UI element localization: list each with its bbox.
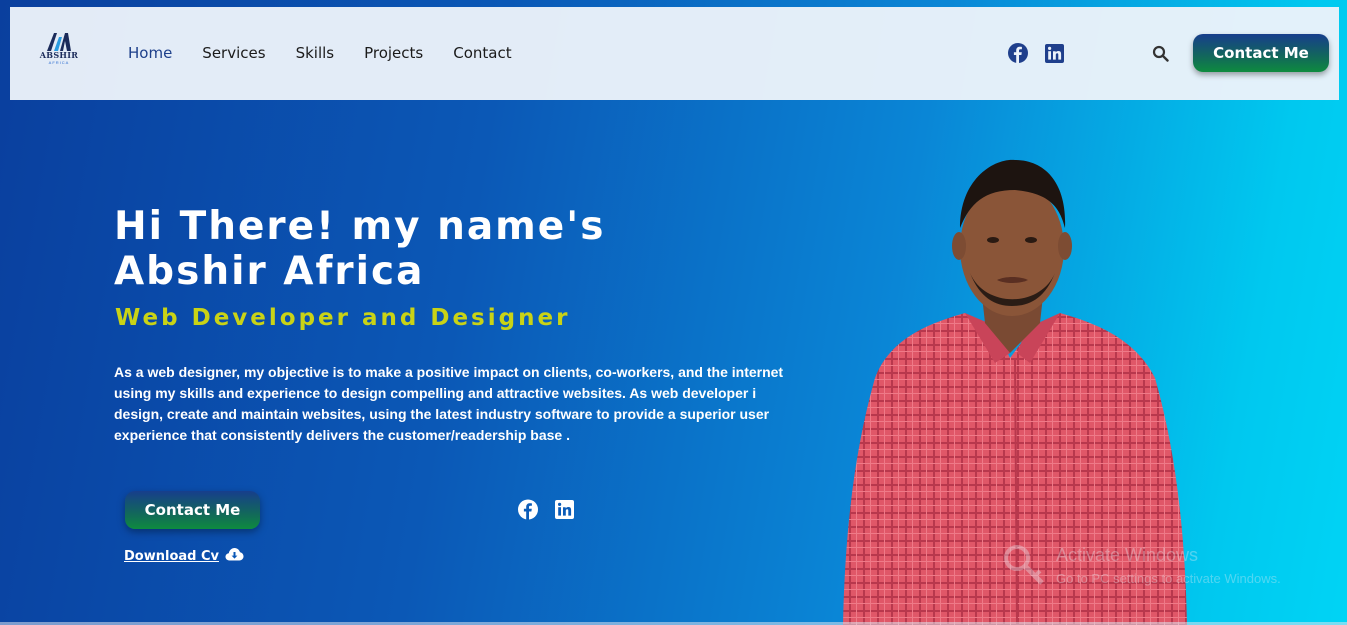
cloud-download-icon — [225, 547, 244, 565]
logo-brand-text: ABSHIR — [39, 50, 79, 60]
watermark-message: Go to PC settings to activate Windows. — [1056, 571, 1281, 586]
nav-contact-me-button[interactable]: Contact Me — [1193, 34, 1329, 72]
hero-title-line-1: Hi There! my name's — [114, 204, 606, 249]
watermark-title: Activate Windows — [1056, 545, 1199, 565]
linkedin-icon[interactable] — [1044, 43, 1064, 63]
search-icon[interactable] — [1152, 45, 1169, 67]
linkedin-icon[interactable] — [554, 499, 574, 519]
nav-link-projects[interactable]: Projects — [364, 44, 423, 62]
key-icon — [1004, 545, 1044, 585]
hero-title: Hi There! my name's Abshir Africa — [114, 204, 605, 294]
hero-title-line-2: Abshir Africa — [114, 249, 425, 294]
hero-subtitle: Web Developer and Designer — [115, 305, 571, 331]
nav-social-links — [1008, 43, 1064, 63]
download-cv-link[interactable]: Download Cv — [124, 547, 244, 565]
hero-social-links — [518, 499, 574, 519]
top-navbar: ABSHIR AFRICA Home Services Skills Proje… — [10, 7, 1339, 100]
facebook-icon[interactable] — [1008, 43, 1028, 63]
nav-link-home[interactable]: Home — [128, 44, 172, 62]
logo-sub-text: AFRICA — [48, 60, 70, 65]
nav-link-services[interactable]: Services — [202, 44, 265, 62]
hero-description: As a web designer, my objective is to ma… — [114, 364, 784, 443]
nav-link-skills[interactable]: Skills — [296, 44, 335, 62]
logo-mark-icon — [47, 33, 71, 51]
download-cv-label: Download Cv — [124, 548, 219, 564]
windows-activation-watermark: Activate Windows Go to PC settings to ac… — [1000, 543, 1320, 593]
site-logo[interactable]: ABSHIR AFRICA — [36, 31, 82, 71]
main-nav: Home Services Skills Projects Contact — [128, 44, 512, 62]
nav-link-contact[interactable]: Contact — [453, 44, 511, 62]
facebook-icon[interactable] — [518, 499, 538, 519]
hero-contact-me-button[interactable]: Contact Me — [125, 491, 260, 529]
